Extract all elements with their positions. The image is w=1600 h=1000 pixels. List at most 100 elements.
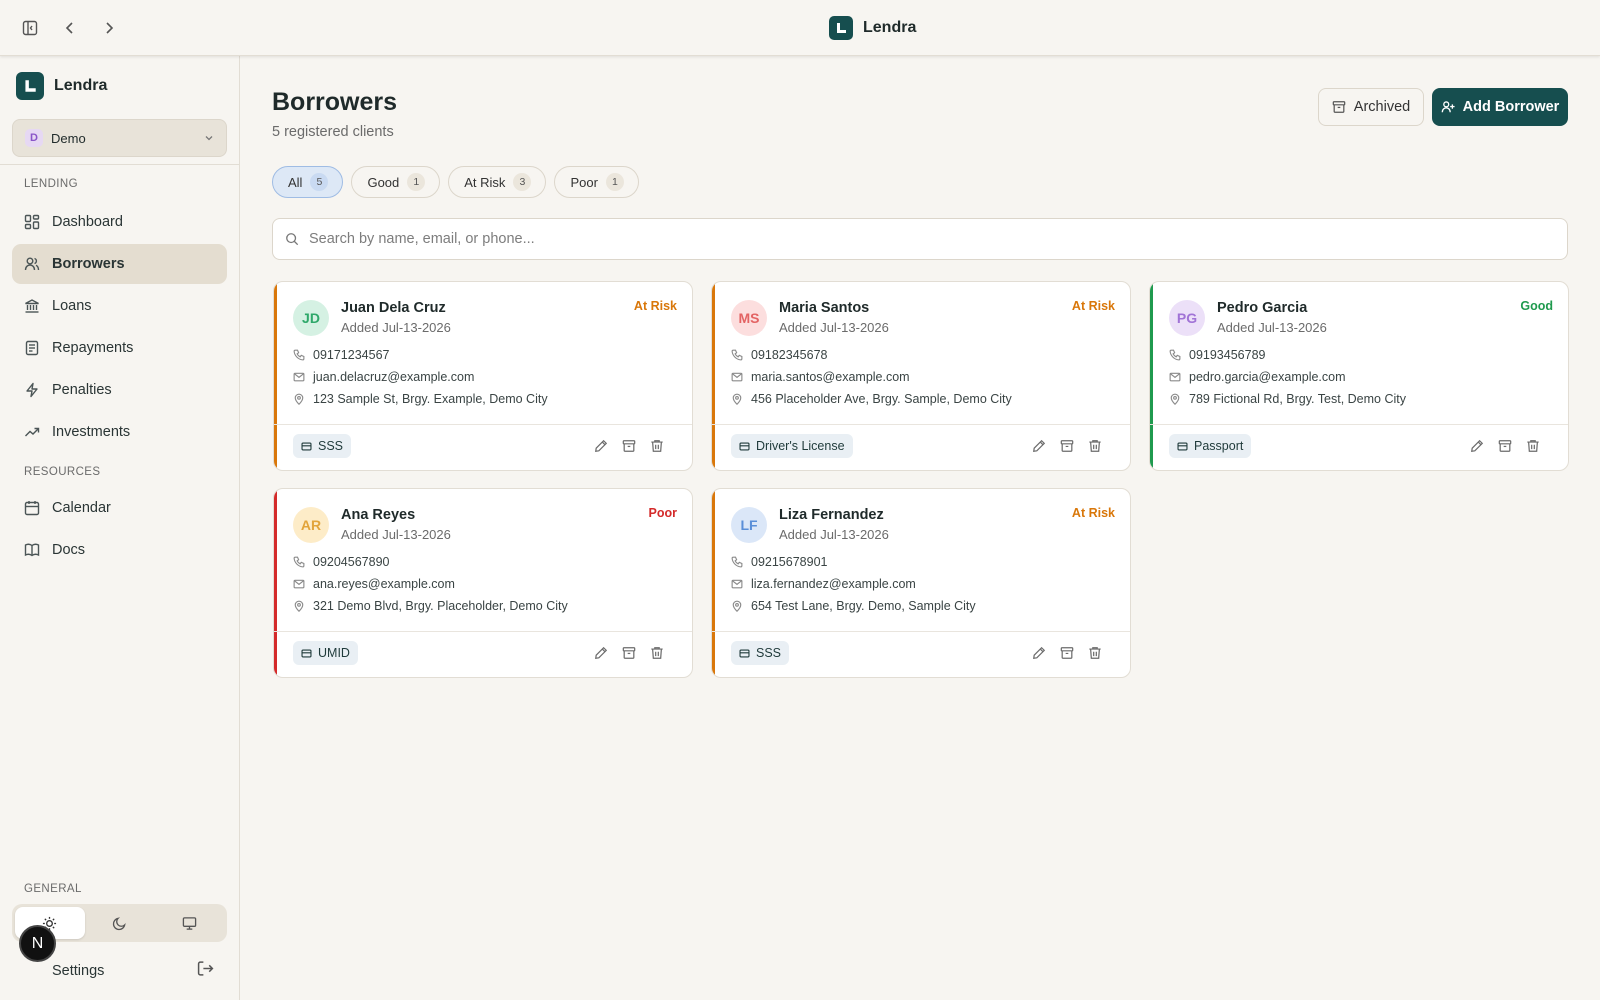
theme-dark-button[interactable]: [85, 907, 155, 939]
edit-icon[interactable]: [1470, 439, 1484, 453]
sidebar-item-label: Borrowers: [52, 256, 125, 272]
added-date: Added Jul-13-2026: [1217, 320, 1327, 335]
archive-icon[interactable]: [622, 439, 636, 453]
filter-all[interactable]: All 5: [272, 166, 344, 198]
filter-count: 1: [605, 173, 624, 191]
sidebar-item-calendar[interactable]: Calendar: [12, 488, 227, 528]
theme-system-button[interactable]: [154, 907, 224, 939]
phone-icon: [293, 556, 305, 568]
id-card-icon: [301, 441, 312, 452]
back-icon[interactable]: [58, 16, 82, 40]
borrower-card[interactable]: PG Pedro Garcia Added Jul-13-2026 Good 0…: [1149, 281, 1569, 471]
mail-icon: [1169, 371, 1181, 383]
trash-icon[interactable]: [650, 646, 664, 660]
sidebar-brand[interactable]: Lendra: [16, 72, 107, 100]
sidebar-item-investments[interactable]: Investments: [12, 412, 227, 452]
sidebar-toggle-icon[interactable]: [18, 16, 42, 40]
borrower-card[interactable]: AR Ana Reyes Added Jul-13-2026 Poor 0920…: [273, 488, 693, 678]
address-row: 789 Fictional Rd, Brgy. Test, Demo City: [1169, 392, 1406, 406]
filter-good[interactable]: Good 1: [351, 166, 441, 198]
chevron-down-icon: [204, 133, 214, 143]
sidebar-item-repayments[interactable]: Repayments: [12, 328, 227, 368]
id-document-label: Driver's License: [756, 439, 845, 453]
email-text: ana.reyes@example.com: [313, 577, 455, 591]
address-text: 456 Placeholder Ave, Brgy. Sample, Demo …: [751, 392, 1012, 406]
edit-icon[interactable]: [594, 646, 608, 660]
filter-poor[interactable]: Poor 1: [554, 166, 639, 198]
forward-icon[interactable]: [97, 16, 121, 40]
phone-text: 09193456789: [1189, 348, 1266, 362]
status-badge: At Risk: [1071, 299, 1115, 313]
borrower-name: Juan Dela Cruz: [341, 300, 446, 316]
section-label-general: GENERAL: [24, 883, 82, 895]
archived-label: Archived: [1353, 99, 1411, 115]
calendar-icon: [24, 500, 40, 516]
card-divider: [274, 424, 692, 425]
sidebar-item-loans[interactable]: Loans: [12, 286, 227, 326]
address-row: 456 Placeholder Ave, Brgy. Sample, Demo …: [731, 392, 1012, 406]
address-text: 321 Demo Blvd, Brgy. Placeholder, Demo C…: [313, 599, 568, 613]
id-document-badge: SSS: [293, 434, 352, 458]
email-text: liza.fernandez@example.com: [751, 577, 916, 591]
sidebar-item-dashboard[interactable]: Dashboard: [12, 202, 227, 242]
edit-icon[interactable]: [594, 439, 608, 453]
address-text: 123 Sample St, Brgy. Example, Demo City: [313, 392, 548, 406]
borrower-card[interactable]: LF Liza Fernandez Added Jul-13-2026 At R…: [711, 488, 1131, 678]
section-label-lending: LENDING: [24, 178, 78, 190]
archive-icon[interactable]: [1498, 439, 1512, 453]
bolt-icon: [24, 382, 40, 398]
settings-label: Settings: [52, 963, 105, 979]
dashboard-icon: [24, 214, 40, 230]
edit-icon[interactable]: [1032, 646, 1046, 660]
page-title: Borrowers: [272, 88, 398, 116]
trash-icon[interactable]: [650, 439, 664, 453]
logout-icon[interactable]: [197, 960, 214, 977]
archive-icon[interactable]: [1060, 646, 1074, 660]
added-date: Added Jul-13-2026: [779, 527, 889, 542]
phone-row: 09204567890: [293, 555, 389, 569]
filter-label: Poor: [570, 174, 598, 190]
book-icon: [24, 542, 40, 558]
user-avatar[interactable]: N: [19, 925, 56, 962]
trending-up-icon: [24, 424, 40, 440]
email-text: maria.santos@example.com: [751, 370, 910, 384]
trash-icon[interactable]: [1088, 646, 1102, 660]
add-borrower-button[interactable]: Add Borrower: [1432, 88, 1568, 126]
sidebar-item-label: Investments: [52, 424, 131, 440]
trash-icon[interactable]: [1526, 439, 1540, 453]
borrower-name: Liza Fernandez: [779, 507, 884, 523]
id-document-label: SSS: [756, 646, 782, 660]
email-row: liza.fernandez@example.com: [731, 577, 916, 591]
archive-icon[interactable]: [1060, 439, 1074, 453]
address-row: 123 Sample St, Brgy. Example, Demo City: [293, 392, 548, 406]
sidebar: Lendra D Demo LENDING Dashboard Borrower…: [0, 56, 240, 1000]
section-label-resources: RESOURCES: [24, 466, 101, 478]
bank-icon: [24, 298, 40, 314]
search-input[interactable]: [309, 231, 1509, 247]
borrower-card[interactable]: JD Juan Dela Cruz Added Jul-13-2026 At R…: [273, 281, 693, 471]
map-pin-icon: [731, 600, 743, 612]
id-card-icon: [1177, 441, 1188, 452]
map-pin-icon: [731, 393, 743, 405]
sidebar-item-docs[interactable]: Docs: [12, 530, 227, 570]
workspace-name: Demo: [51, 130, 86, 146]
borrower-name: Maria Santos: [779, 300, 870, 316]
workspace-switcher[interactable]: D Demo: [12, 119, 227, 157]
borrower-card[interactable]: MS Maria Santos Added Jul-13-2026 At Ris…: [711, 281, 1131, 471]
sidebar-item-label: Repayments: [52, 340, 134, 356]
sidebar-item-penalties[interactable]: Penalties: [12, 370, 227, 410]
status-badge: At Risk: [633, 299, 677, 313]
card-divider: [1150, 424, 1568, 425]
avatar: JD: [293, 300, 329, 336]
archived-button[interactable]: Archived: [1318, 88, 1424, 126]
edit-icon[interactable]: [1032, 439, 1046, 453]
id-document-badge: Passport: [1169, 434, 1252, 458]
filter-label: Good: [367, 174, 400, 190]
trash-icon[interactable]: [1088, 439, 1102, 453]
status-badge: At Risk: [1071, 506, 1115, 520]
filter-at-risk[interactable]: At Risk 3: [448, 166, 547, 198]
status-badge: Poor: [648, 506, 677, 520]
sidebar-item-borrowers[interactable]: Borrowers: [12, 244, 227, 284]
archive-icon[interactable]: [622, 646, 636, 660]
phone-text: 09204567890: [313, 555, 390, 569]
